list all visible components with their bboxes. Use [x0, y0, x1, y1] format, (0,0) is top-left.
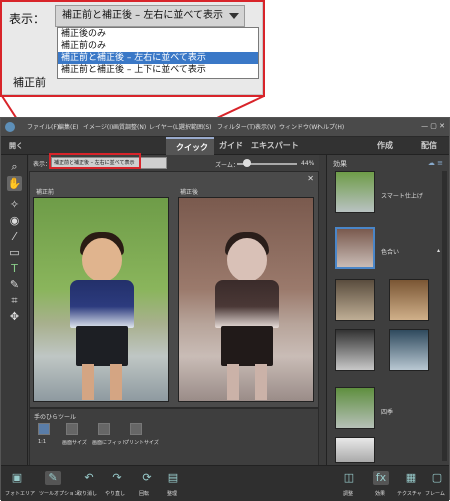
effect-thumb-sketch[interactable]	[335, 437, 375, 463]
bottom-taskbar: ▣ フォトエリア ✎ ツールオプション ↶ 取り消し ↷ やり直し ⟳ 回転 ▤…	[1, 465, 449, 501]
create-button[interactable]: 作成	[377, 140, 393, 151]
tool-options-label: ツールオプション	[39, 491, 80, 497]
window-controls[interactable]: — ▢ ✕	[421, 122, 445, 130]
menu-file[interactable]: ファイル(F)	[27, 122, 59, 131]
panel-options-icon[interactable]: ☁ ≡	[428, 159, 443, 167]
callout-highlight-box-small	[49, 153, 141, 169]
effect-thumb-cool[interactable]	[389, 329, 429, 371]
menu-edit[interactable]: 編集(E)	[58, 122, 78, 131]
tab-guide[interactable]: ガイド	[219, 140, 243, 151]
fill-screen-label: 画面にフィット	[92, 440, 127, 446]
move-tool-icon[interactable]: ✥	[7, 309, 22, 324]
effect-thumb-tint[interactable]	[335, 227, 375, 269]
photo-bin-icon[interactable]: ▣	[9, 471, 25, 485]
rotate-label: 回転	[139, 491, 150, 497]
straighten-icon[interactable]: ▭	[7, 245, 22, 260]
fit-screen-button[interactable]	[66, 423, 78, 435]
tab-quick-label: クイック	[176, 143, 208, 152]
before-photo	[33, 197, 169, 402]
tool-options-icon[interactable]: ✎	[45, 471, 61, 485]
frames-icon[interactable]: ▢	[429, 471, 445, 485]
adjust-label: 調整	[343, 491, 354, 497]
undo-label: 取り消し	[77, 491, 98, 497]
tab-quick[interactable]: クイック	[166, 137, 214, 155]
undo-icon[interactable]: ↶	[81, 471, 97, 485]
rotate-icon[interactable]: ⟳	[139, 471, 155, 485]
after-label: 補正後	[180, 189, 199, 196]
menu-select[interactable]: 選択範囲(S)	[179, 122, 212, 131]
menu-view[interactable]: 表示(V)	[255, 122, 276, 131]
photo-bin-label: フォトエリア	[5, 491, 36, 497]
spot-healing-icon[interactable]: ✎	[7, 277, 22, 292]
effects-panel: 効果 ☁ ≡ スマート仕上げ 色合い ▴ 四季	[326, 155, 449, 465]
adjust-icon[interactable]: ◫	[341, 471, 357, 485]
organize-icon[interactable]: ▤	[165, 471, 181, 485]
share-button[interactable]: 配信	[421, 140, 437, 151]
effect-thumb-warm[interactable]	[389, 279, 429, 321]
menu-filter[interactable]: フィルター(T)	[217, 122, 255, 131]
effect-thumb-smart-fix[interactable]	[335, 171, 375, 213]
menu-bar: ファイル(F) 編集(E) イメージ(I) 画質調整(N) レイヤー(L) 選択…	[1, 118, 449, 137]
textures-icon[interactable]: ▦	[403, 471, 419, 485]
close-icon[interactable]: ✕	[307, 174, 314, 183]
hand-tool-options: 手のひらツール 1:1 画面サイズ 画面にフィット プリントサイズ	[29, 408, 319, 466]
quick-select-icon[interactable]: ✧	[7, 197, 22, 212]
effect-label-smart-fix: スマート仕上げ	[381, 193, 423, 200]
fit-screen-label: 画面サイズ	[62, 440, 87, 446]
zoom-slider-thumb[interactable]	[243, 159, 251, 167]
frames-label: フレーム	[425, 491, 445, 497]
chevron-up-icon[interactable]: ▴	[437, 247, 440, 254]
callout-highlight-box	[0, 0, 265, 97]
hand-tool-title: 手のひらツール	[34, 414, 77, 421]
screenshot-root: { "inset": { "view_label": "表示：", "selec…	[0, 0, 450, 501]
tab-expert[interactable]: エキスパート	[251, 140, 299, 151]
menu-image[interactable]: イメージ(I)	[83, 122, 113, 131]
open-button[interactable]: 開く	[9, 141, 23, 151]
effect-label-tint: 色合い	[381, 249, 400, 256]
actual-pixels-button[interactable]	[38, 423, 50, 435]
photoshop-elements-window: ファイル(F) 編集(E) イメージ(I) 画質調整(N) レイヤー(L) 選択…	[0, 117, 450, 501]
textures-label: テクスチャ	[397, 491, 422, 497]
organize-label: 整理	[167, 491, 178, 497]
whiten-teeth-icon[interactable]: ⁄	[7, 229, 22, 244]
zoom-value: 44%	[301, 160, 315, 167]
menu-enhance[interactable]: 画質調整(N)	[113, 122, 146, 131]
after-photo	[178, 197, 314, 402]
tool-strip: ⌕ ✋ ✧ ◉ ⁄ ▭ T ✎ ⌗ ✥	[1, 155, 28, 465]
image-canvas: ✕ 補正前 補正後	[29, 171, 319, 408]
before-label: 補正前	[36, 189, 55, 196]
menu-window[interactable]: ウィンドウ(W)	[279, 122, 320, 131]
effects-icon[interactable]: fx	[373, 471, 389, 485]
effect-thumb-seasons[interactable]	[335, 387, 375, 429]
actual-pixels-label: 1:1	[38, 439, 47, 445]
zoom-tool-icon[interactable]: ⌕	[7, 159, 22, 174]
app-logo-icon	[5, 122, 15, 132]
effect-label-seasons: 四季	[381, 409, 394, 416]
hand-tool-icon[interactable]: ✋	[7, 176, 22, 191]
print-size-button[interactable]	[130, 423, 142, 435]
menu-help[interactable]: ヘルプ(H)	[317, 122, 344, 131]
crop-tool-icon[interactable]: ⌗	[7, 293, 22, 308]
effect-thumb-bw[interactable]	[335, 329, 375, 371]
menu-layer[interactable]: レイヤー(L)	[149, 122, 181, 131]
type-tool-icon[interactable]: T	[7, 261, 22, 276]
redo-label: やり直し	[105, 491, 126, 497]
redo-icon[interactable]: ↷	[109, 471, 125, 485]
effect-thumb-sepia[interactable]	[335, 279, 375, 321]
effects-label: 効果	[375, 491, 386, 497]
panel-scrollbar[interactable]	[442, 171, 447, 461]
effects-title: 効果	[333, 160, 347, 168]
zoom-label: ズーム：	[215, 162, 239, 169]
red-eye-icon[interactable]: ◉	[7, 213, 22, 228]
fill-screen-button[interactable]	[98, 423, 110, 435]
print-size-label: プリントサイズ	[124, 440, 159, 446]
